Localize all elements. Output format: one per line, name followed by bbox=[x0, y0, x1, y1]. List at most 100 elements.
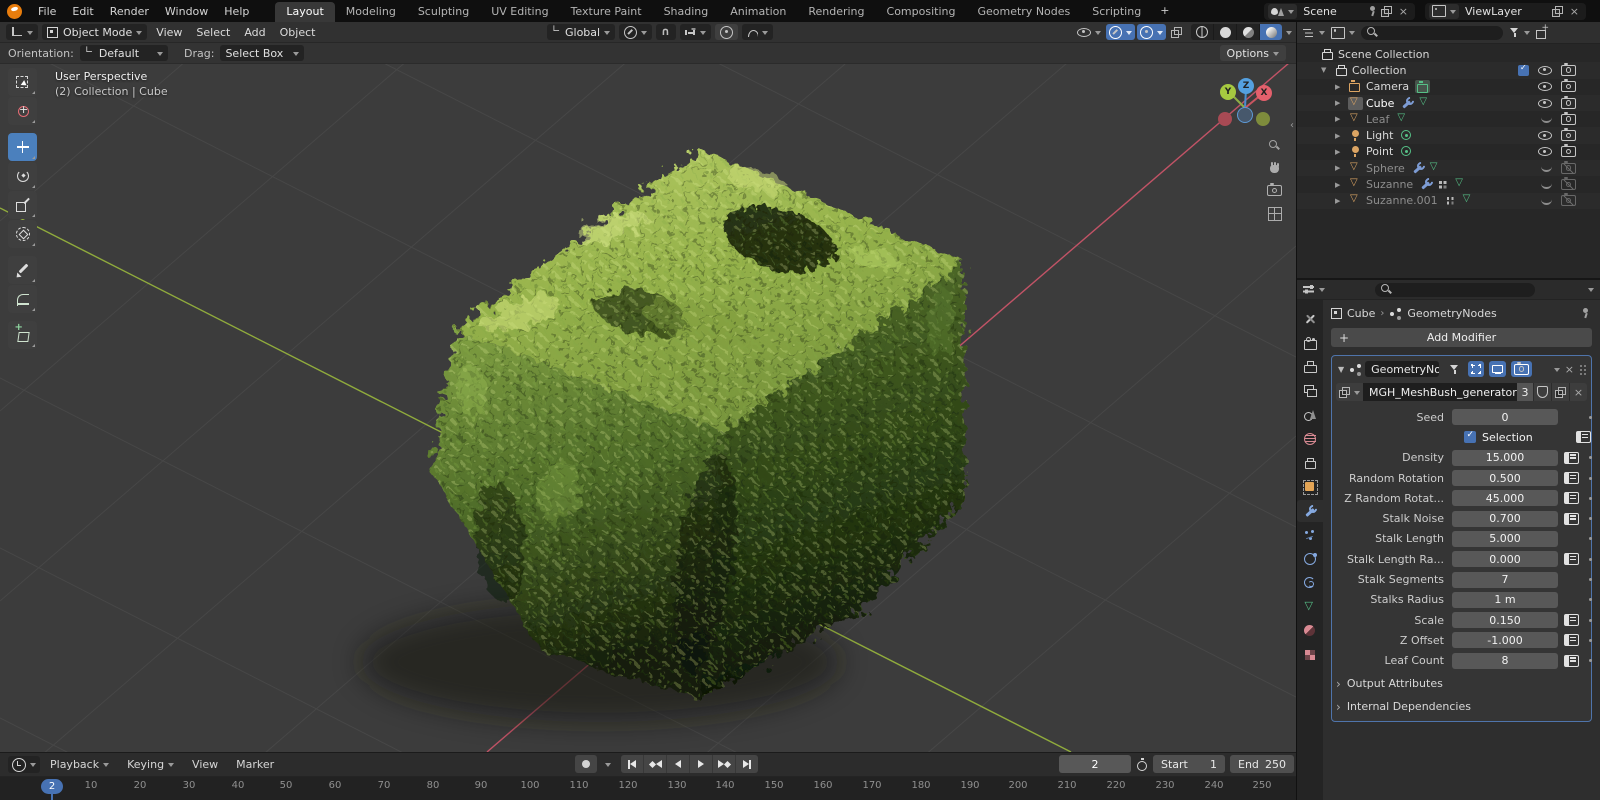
render-tab[interactable] bbox=[1297, 332, 1323, 354]
3d-viewport[interactable]: Object Mode ViewSelectAddObject Global bbox=[0, 22, 1296, 752]
object-name[interactable]: Camera bbox=[1364, 80, 1413, 93]
gizmo-z-axis[interactable]: Z bbox=[1238, 78, 1254, 94]
parameter-value-field[interactable]: 0.700 bbox=[1452, 510, 1558, 527]
disable-in-renders-toggle[interactable] bbox=[1561, 79, 1576, 93]
unlink-scene-button[interactable]: × bbox=[1396, 5, 1411, 18]
disable-in-renders-toggle[interactable] bbox=[1561, 160, 1576, 174]
tab-animation[interactable]: Animation bbox=[719, 2, 797, 22]
hide-in-viewport-toggle[interactable] bbox=[1538, 147, 1552, 157]
disable-in-renders-toggle[interactable] bbox=[1561, 95, 1576, 109]
output-tab[interactable] bbox=[1297, 356, 1323, 378]
object-name[interactable]: Point bbox=[1364, 145, 1397, 158]
tab-geometry-nodes[interactable]: Geometry Nodes bbox=[966, 2, 1081, 22]
viewport-menu-item[interactable]: Select bbox=[189, 26, 237, 39]
pan-hand-icon[interactable] bbox=[1269, 162, 1280, 174]
animate-dot-icon[interactable] bbox=[1589, 496, 1592, 500]
texture-tab[interactable] bbox=[1297, 644, 1323, 666]
chevron-down-icon[interactable] bbox=[605, 762, 611, 770]
parameter-value-field[interactable]: 0 bbox=[1452, 409, 1558, 426]
animate-dot-icon[interactable] bbox=[1589, 456, 1592, 460]
object-name[interactable]: Sphere bbox=[1364, 162, 1409, 175]
parameter-value-field[interactable]: 0.150 bbox=[1452, 612, 1558, 629]
new-node-group-button[interactable] bbox=[1551, 383, 1569, 401]
wireframe-shading-button[interactable] bbox=[1191, 24, 1214, 40]
expand-arrow-icon[interactable]: ▶ bbox=[1335, 181, 1348, 189]
input-attribute-toggle-icon[interactable] bbox=[1564, 512, 1580, 525]
orientation-setting-selector[interactable]: Default bbox=[79, 45, 169, 61]
object-name[interactable]: Scene Collection bbox=[1336, 48, 1433, 61]
outliner-row[interactable]: Scene Collection bbox=[1297, 46, 1600, 62]
tool-measure[interactable] bbox=[8, 285, 37, 313]
viewport-menu-item[interactable]: View bbox=[149, 26, 189, 39]
gizmo-neg-x-axis[interactable] bbox=[1218, 112, 1232, 126]
menu-item[interactable]: Edit bbox=[64, 5, 101, 18]
disable-in-renders-toggle[interactable] bbox=[1561, 111, 1576, 125]
tab-layout[interactable]: Layout bbox=[275, 2, 335, 22]
properties-editor-type-button[interactable] bbox=[1303, 284, 1325, 295]
animate-dot-icon[interactable] bbox=[1589, 476, 1592, 480]
object-name[interactable]: Collection bbox=[1350, 64, 1410, 77]
hide-in-viewport-toggle[interactable] bbox=[1538, 65, 1552, 75]
navigation-gizmo[interactable]: Y Z X bbox=[1216, 78, 1280, 136]
pin-icon[interactable] bbox=[1580, 307, 1590, 319]
gizmo-y-axis[interactable]: Y bbox=[1220, 84, 1236, 100]
input-attribute-toggle-icon[interactable] bbox=[1564, 492, 1580, 505]
sidebar-toggle-arrow[interactable]: ‹ bbox=[1290, 120, 1294, 131]
object-name[interactable]: Cube bbox=[1364, 97, 1398, 110]
hide-in-viewport-toggle[interactable] bbox=[1541, 181, 1552, 189]
mode-selector[interactable]: Object Mode bbox=[42, 24, 148, 40]
browse-node-group-button[interactable] bbox=[1336, 383, 1363, 401]
tool-rotate[interactable] bbox=[8, 162, 37, 190]
object-name[interactable]: Suzanne bbox=[1364, 178, 1417, 191]
animate-dot-icon[interactable] bbox=[1589, 415, 1592, 419]
selectable-checkbox[interactable] bbox=[1518, 63, 1529, 76]
editor-type-button[interactable] bbox=[6, 24, 38, 40]
tab-rendering[interactable]: Rendering bbox=[797, 2, 875, 22]
add-modifier-button[interactable]: + Add Modifier bbox=[1331, 328, 1592, 347]
tool-tweak-select[interactable] bbox=[8, 68, 37, 96]
users-count-button[interactable]: 3 bbox=[1517, 383, 1533, 401]
pin-scene-icon[interactable] bbox=[1367, 5, 1377, 17]
tab-scripting[interactable]: Scripting bbox=[1081, 2, 1152, 22]
tab-modeling[interactable]: Modeling bbox=[335, 2, 407, 22]
tab-shading[interactable]: Shading bbox=[653, 2, 720, 22]
outliner-row[interactable]: ▶ Light bbox=[1297, 127, 1600, 144]
show-object-types-dropdown[interactable] bbox=[1074, 24, 1104, 40]
gizmo-neg-y-axis[interactable] bbox=[1256, 112, 1270, 126]
animate-dot-icon[interactable] bbox=[1589, 618, 1592, 622]
outliner-search-input[interactable] bbox=[1361, 25, 1503, 40]
options-button[interactable]: Options bbox=[1219, 45, 1286, 61]
end-frame-field[interactable]: End 250 bbox=[1230, 755, 1294, 773]
outliner-row[interactable]: ▶ Suzanne bbox=[1297, 176, 1600, 192]
gizmo-x-axis[interactable]: X bbox=[1256, 85, 1272, 101]
browse-scene-button[interactable] bbox=[1268, 3, 1298, 19]
start-frame-field[interactable]: Start 1 bbox=[1153, 755, 1225, 773]
viewport-menu-item[interactable]: Object bbox=[273, 26, 323, 39]
animate-dot-icon[interactable] bbox=[1589, 557, 1592, 561]
collection-tab[interactable] bbox=[1297, 452, 1323, 474]
show-gizmo-toggle[interactable] bbox=[1106, 24, 1135, 40]
menu-item[interactable]: Help bbox=[216, 5, 257, 18]
properties-search-input[interactable] bbox=[1374, 282, 1535, 297]
zoom-icon[interactable] bbox=[1269, 140, 1280, 151]
tool-add-cube[interactable] bbox=[8, 321, 37, 349]
hide-in-viewport-toggle[interactable] bbox=[1541, 115, 1552, 124]
animate-dot-icon[interactable] bbox=[1589, 638, 1592, 642]
modifier-name-field[interactable]: GeometryNo... bbox=[1365, 361, 1440, 377]
current-frame-indicator[interactable]: 2 bbox=[41, 779, 63, 794]
stopwatch-icon[interactable] bbox=[1136, 757, 1148, 771]
modifier-tab[interactable] bbox=[1297, 500, 1323, 522]
material-tab[interactable] bbox=[1297, 620, 1323, 642]
internal-dependencies-section[interactable]: › Internal Dependencies bbox=[1336, 697, 1587, 717]
parameter-value-field[interactable]: 7 bbox=[1452, 571, 1558, 588]
tab-sculpting[interactable]: Sculpting bbox=[407, 2, 480, 22]
viewlayer-name[interactable]: ViewLayer bbox=[1463, 5, 1548, 18]
outliner-filter-mode[interactable] bbox=[1331, 26, 1355, 39]
viewport-canvas[interactable] bbox=[0, 22, 1296, 752]
proportional-edit-toggle[interactable] bbox=[715, 24, 739, 40]
parameter-value-field[interactable]: Selection bbox=[1452, 429, 1570, 445]
remove-viewlayer-button[interactable]: × bbox=[1567, 5, 1582, 18]
constraints-tab[interactable] bbox=[1297, 572, 1323, 594]
hide-in-viewport-toggle[interactable] bbox=[1541, 197, 1552, 205]
breadcrumb-object[interactable]: Cube bbox=[1347, 307, 1375, 320]
